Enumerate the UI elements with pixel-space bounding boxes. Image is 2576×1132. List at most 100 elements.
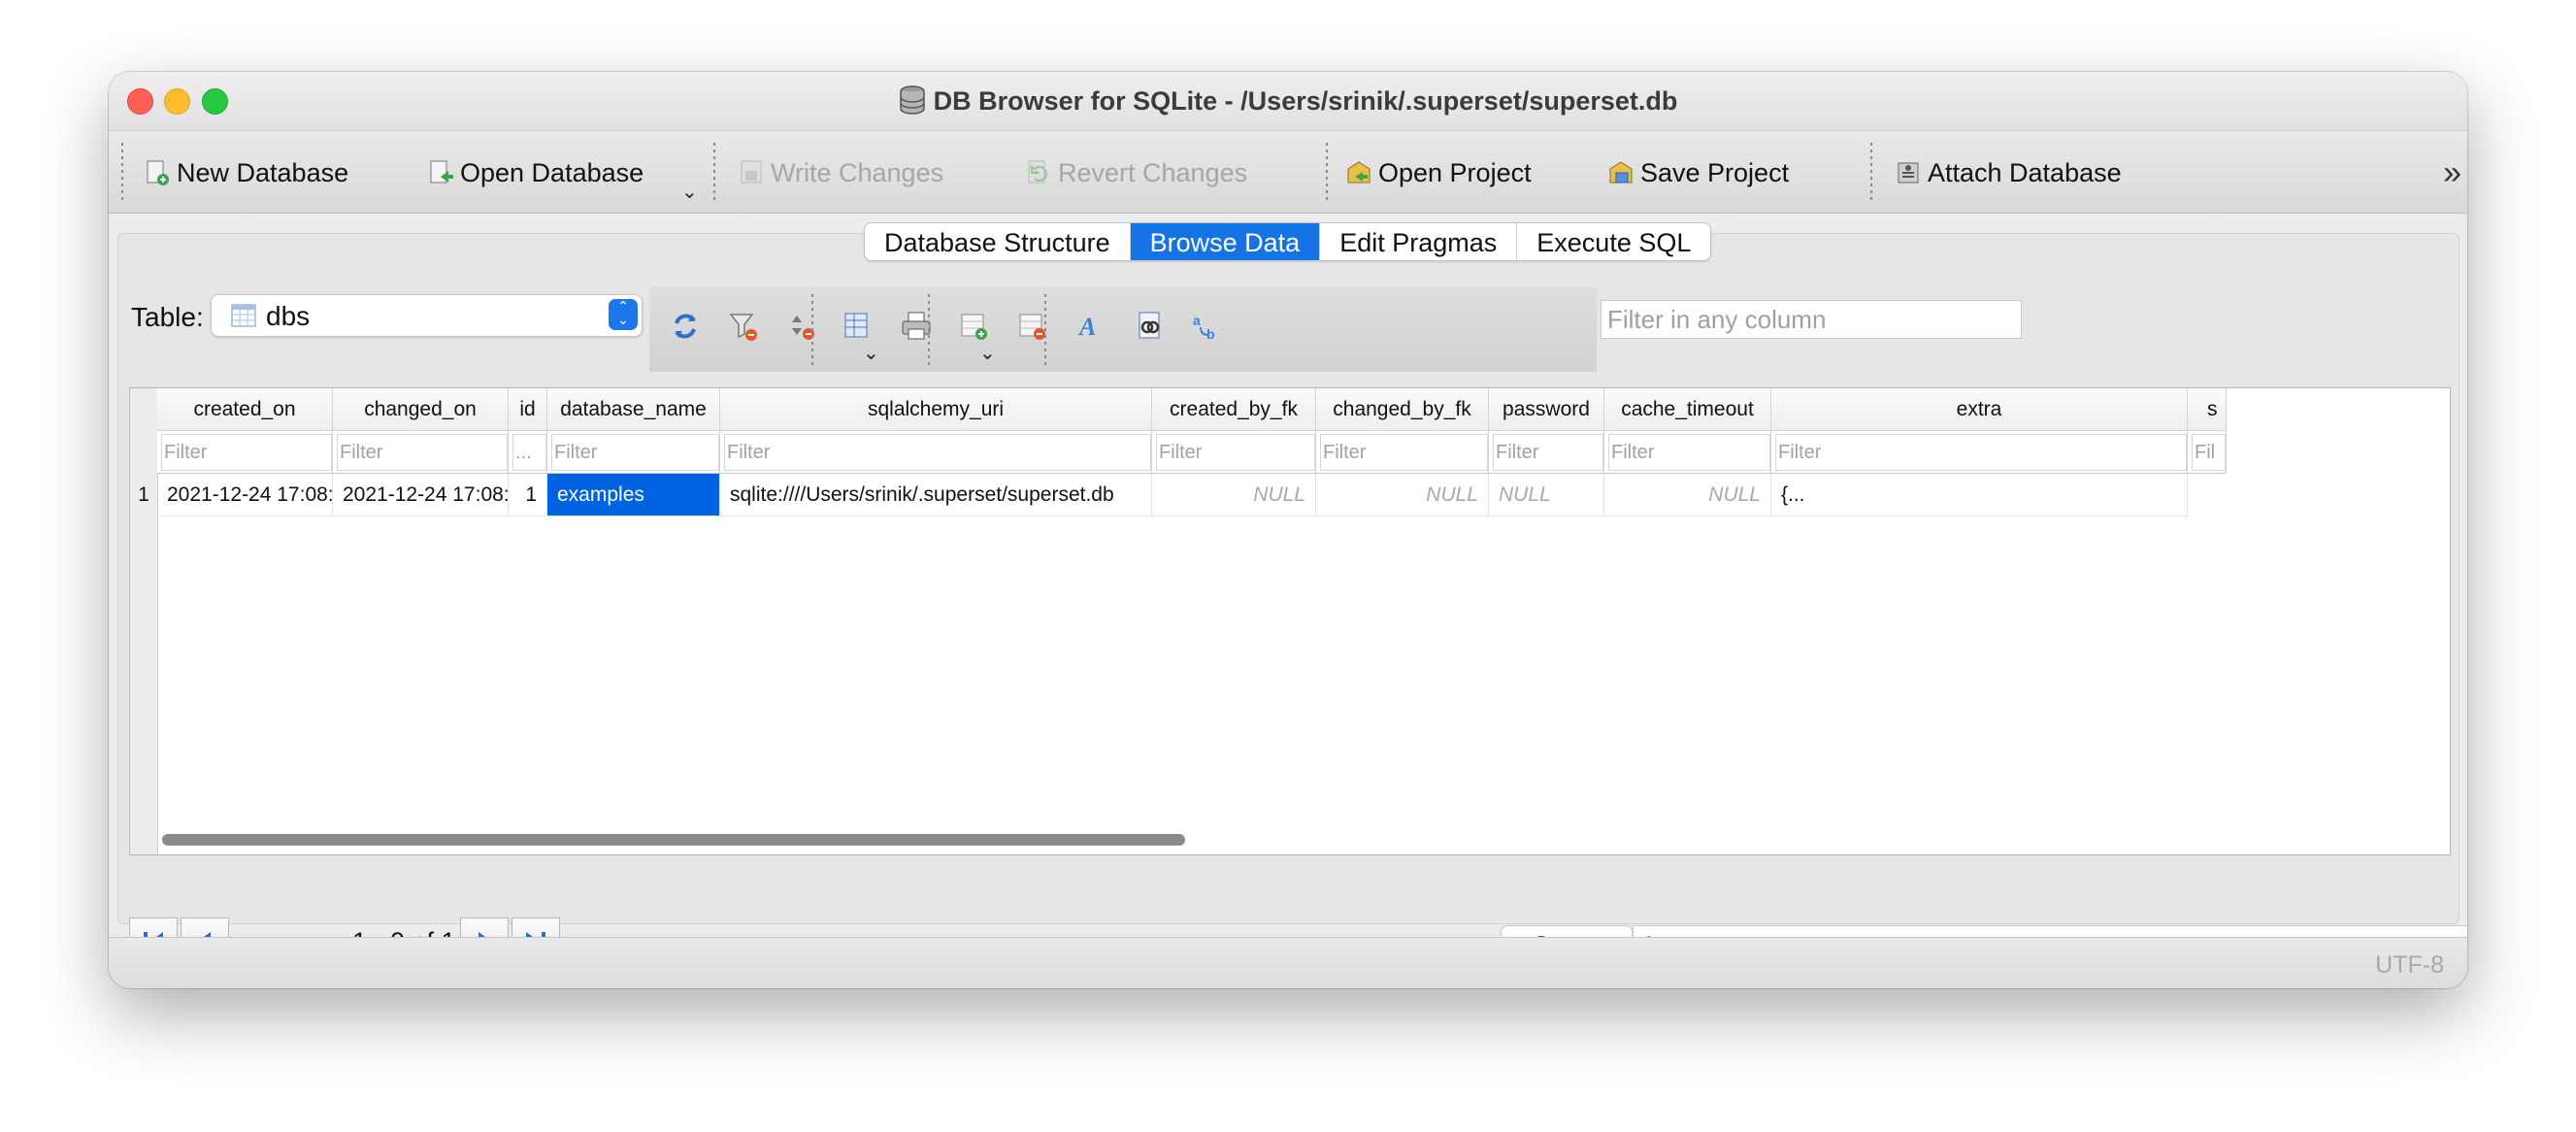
svg-text:A: A <box>1077 313 1096 341</box>
table-cell[interactable]: NULL <box>1152 474 1316 516</box>
column-filter-placeholder: Filter <box>337 434 508 471</box>
encoding-label: UTF-8 <box>2375 951 2444 979</box>
window-title-text: DB Browser for SQLite - /Users/srinik/.s… <box>933 86 1678 116</box>
toolbar-separator <box>1870 143 1872 203</box>
column-header[interactable]: created_by_fk <box>1152 388 1316 431</box>
column-filter-input[interactable]: Filter <box>720 431 1152 474</box>
save-project-icon <box>1607 159 1635 186</box>
column-filter-placeholder: Filter <box>1320 434 1488 471</box>
status-bar: UTF-8 <box>109 937 2467 988</box>
column-filter-input[interactable]: Filter <box>1152 431 1316 474</box>
table-cell[interactable]: sqlite:////Users/srinik/.superset/supers… <box>720 474 1152 516</box>
new-database-icon <box>144 159 171 186</box>
write-changes-button[interactable]: Write Changes <box>738 156 943 189</box>
column-filter-placeholder: Filter <box>1775 434 2187 471</box>
text-format-icon[interactable]: A <box>1074 310 1107 348</box>
data-grid: created_on changed_on id database_name s… <box>129 387 2451 855</box>
column-filter-input[interactable]: Filter <box>1489 431 1604 474</box>
table-cell[interactable]: NULL <box>1604 474 1771 516</box>
app-window: DB Browser for SQLite - /Users/srinik/.s… <box>109 72 2467 988</box>
tab-database-structure[interactable]: Database Structure <box>865 223 1131 260</box>
column-filter-input[interactable]: Filter <box>1604 431 1771 474</box>
column-filter-placeholder: Filter <box>161 434 332 471</box>
row-header-column <box>130 388 158 854</box>
revert-changes-icon <box>1025 159 1052 186</box>
window-title: DB Browser for SQLite - /Users/srinik/.s… <box>109 85 2467 121</box>
table-select-value: dbs <box>266 301 311 331</box>
save-table-dropdown-icon[interactable]: ⌄ <box>863 341 879 365</box>
table-cell[interactable]: 1 <box>509 474 547 516</box>
table-cell[interactable]: 2021-12-24 17:08:40.176494 <box>157 474 333 516</box>
column-filter-input[interactable]: Filter <box>1771 431 2188 474</box>
table-select[interactable]: dbs ⌃ ⌄ <box>211 294 643 337</box>
open-database-dropdown-icon[interactable]: ⌄ <box>681 180 698 204</box>
column-filter-placeholder: Filter <box>1156 434 1315 471</box>
column-filter-placeholder: Filter <box>1493 434 1603 471</box>
column-header[interactable]: changed_by_fk <box>1316 388 1489 431</box>
table-icon <box>231 304 256 332</box>
column-header[interactable]: changed_on <box>333 388 509 431</box>
open-database-button[interactable]: Open Database <box>427 156 644 189</box>
column-header[interactable]: password <box>1489 388 1604 431</box>
browse-toolbar-separator <box>1044 294 1046 366</box>
column-header[interactable]: id <box>509 388 547 431</box>
browse-data-pane: Database Structure Browse Data Edit Prag… <box>117 222 2467 966</box>
column-header[interactable]: s <box>2188 388 2227 431</box>
column-filter-input[interactable]: ... <box>509 431 547 474</box>
main-toolbar: New Database Open Database ⌄ Write Chang… <box>109 131 2467 214</box>
column-filter-placeholder: Filter <box>1608 434 1770 471</box>
open-database-icon <box>427 159 454 186</box>
column-header[interactable]: cache_timeout <box>1604 388 1771 431</box>
title-bar: DB Browser for SQLite - /Users/srinik/.s… <box>109 72 2467 131</box>
attach-database-icon <box>1895 159 1922 186</box>
tab-execute-sql[interactable]: Execute SQL <box>1517 223 1710 260</box>
browse-toolbar-separator <box>928 294 930 366</box>
column-header[interactable]: extra <box>1771 388 2188 431</box>
find-replace-icon[interactable]: ab <box>1191 310 1224 348</box>
svg-text:a: a <box>1193 313 1201 328</box>
table-label: Table: <box>131 302 204 332</box>
column-filter-input[interactable]: Filter <box>333 431 509 474</box>
column-filter-placeholder: Filter <box>724 434 1151 471</box>
database-icon <box>899 85 926 121</box>
save-project-button[interactable]: Save Project <box>1607 156 1789 189</box>
table-cell[interactable]: NULL <box>1316 474 1489 516</box>
browse-toolbar-separator <box>811 294 813 366</box>
column-filter-input[interactable]: Fil <box>2188 431 2227 474</box>
column-header[interactable]: created_on <box>157 388 333 431</box>
horizontal-scrollbar[interactable] <box>162 834 1185 846</box>
new-database-button[interactable]: New Database <box>144 156 348 189</box>
clear-filters-icon[interactable] <box>727 310 760 348</box>
column-filter-placeholder: ... <box>512 434 546 471</box>
refresh-icon[interactable] <box>669 310 702 348</box>
toolbar-separator <box>713 143 715 203</box>
tab-browse-data[interactable]: Browse Data <box>1130 223 1321 260</box>
tab-edit-pragmas[interactable]: Edit Pragmas <box>1320 223 1518 260</box>
column-filter-input[interactable]: Filter <box>547 431 720 474</box>
main-tabs: Database Structure Browse Data Edit Prag… <box>864 222 1712 261</box>
toolbar-handle <box>121 143 123 203</box>
column-filter-input[interactable]: Filter <box>1316 431 1489 474</box>
attach-database-button[interactable]: Attach Database <box>1895 156 2122 189</box>
browse-toolbar: ⌄ ⌄ A ab <box>649 286 1597 372</box>
row-number[interactable]: 1 <box>130 474 157 516</box>
table-cell[interactable]: 2021-12-24 17:08:40.176497 <box>333 474 509 516</box>
column-filter-placeholder: Fil <box>2192 434 2226 471</box>
toolbar-separator <box>1326 143 1328 203</box>
table-select-stepper-icon: ⌃ ⌄ <box>609 299 638 330</box>
revert-changes-button[interactable]: Revert Changes <box>1025 156 1247 189</box>
column-filter-placeholder: Filter <box>551 434 719 471</box>
open-project-icon <box>1345 159 1372 186</box>
write-changes-icon <box>738 159 765 186</box>
insert-record-dropdown-icon[interactable]: ⌄ <box>979 341 996 365</box>
filter-any-column-input[interactable]: Filter in any column <box>1601 300 2022 339</box>
table-cell-selected[interactable]: examples <box>547 474 720 516</box>
find-icon[interactable] <box>1133 310 1166 348</box>
table-cell[interactable]: NULL <box>1489 474 1604 516</box>
table-cell[interactable]: {... <box>1771 474 2188 516</box>
column-filter-input[interactable]: Filter <box>157 431 333 474</box>
toolbar-overflow-button[interactable]: » <box>2443 154 2461 192</box>
open-project-button[interactable]: Open Project <box>1345 156 1532 189</box>
column-header[interactable]: database_name <box>547 388 720 431</box>
column-header[interactable]: sqlalchemy_uri <box>720 388 1152 431</box>
